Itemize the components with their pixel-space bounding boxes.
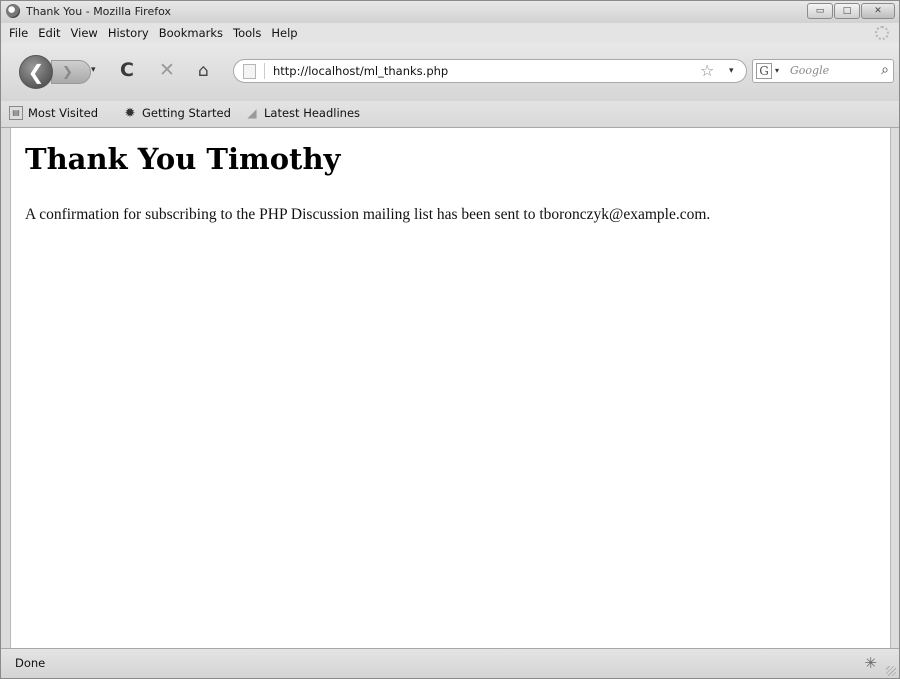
address-bar[interactable]: http://localhost/ml_thanks.php ☆ ▾: [233, 59, 747, 83]
url-separator: [264, 63, 265, 79]
bookmark-label: Most Visited: [28, 106, 98, 120]
rss-icon: ◢: [247, 106, 257, 120]
bookmark-latest-headlines[interactable]: ◢ Latest Headlines: [245, 106, 360, 120]
menu-history[interactable]: History: [108, 26, 149, 40]
page-content: Thank You Timothy A confirmation for sub…: [10, 128, 891, 648]
status-bar: Done ✳: [1, 648, 899, 678]
navigation-toolbar: ❯ ❮ ▾ C ✕ ⌂ http://localhost/ml_thanks.p…: [1, 43, 899, 101]
menu-file[interactable]: File: [9, 26, 28, 40]
menu-edit[interactable]: Edit: [38, 26, 60, 40]
stop-icon[interactable]: ✕: [159, 61, 175, 80]
url-input[interactable]: http://localhost/ml_thanks.php: [273, 64, 448, 78]
forward-button[interactable]: ❯: [51, 60, 91, 84]
reload-icon[interactable]: C: [120, 61, 134, 80]
menu-view[interactable]: View: [71, 26, 98, 40]
bookmark-getting-started[interactable]: ✹ Getting Started: [123, 106, 231, 120]
title-bar: Thank You - Mozilla Firefox ▭ □ ✕: [1, 1, 899, 23]
search-engine-dropdown-icon[interactable]: ▾: [775, 66, 779, 75]
resize-grip-icon[interactable]: [886, 666, 896, 676]
browser-window: Thank You - Mozilla Firefox ▭ □ ✕ File E…: [0, 0, 900, 679]
throbber-icon: [875, 26, 889, 40]
bookmark-most-visited[interactable]: ▤ Most Visited: [9, 106, 98, 120]
bookmark-label: Getting Started: [142, 106, 231, 120]
menu-bookmarks[interactable]: Bookmarks: [159, 26, 223, 40]
search-bar[interactable]: G ▾ Google ⌕: [752, 59, 894, 83]
confirmation-message: A confirmation for subscribing to the PH…: [25, 206, 711, 223]
back-button[interactable]: ❮: [19, 55, 53, 89]
status-gear-icon: ✳: [864, 654, 877, 672]
maximize-button[interactable]: □: [834, 3, 860, 19]
window-controls: ▭ □ ✕: [807, 3, 895, 19]
home-icon[interactable]: ⌂: [198, 63, 209, 80]
close-button[interactable]: ✕: [861, 3, 895, 19]
bookmarks-toolbar: ▤ Most Visited ✹ Getting Started ◢ Lates…: [1, 101, 899, 128]
page-icon: [243, 64, 256, 79]
bookmark-star-icon[interactable]: ☆: [700, 61, 714, 80]
window-title: Thank You - Mozilla Firefox: [26, 5, 171, 18]
search-engine-icon[interactable]: G: [756, 63, 772, 79]
most-visited-icon: ▤: [9, 106, 23, 120]
search-input[interactable]: Google: [790, 64, 829, 77]
url-dropdown-icon[interactable]: ▾: [729, 66, 734, 76]
page-heading: Thank You Timothy: [25, 142, 341, 176]
status-text: Done: [15, 656, 46, 670]
menu-help[interactable]: Help: [271, 26, 297, 40]
menu-tools[interactable]: Tools: [233, 26, 261, 40]
bookmark-label: Latest Headlines: [264, 106, 361, 120]
minimize-button[interactable]: ▭: [807, 3, 833, 19]
firefox-app-icon: [6, 4, 20, 18]
firefox-icon: ✹: [124, 105, 136, 121]
search-icon[interactable]: ⌕: [881, 62, 889, 78]
history-dropdown-icon[interactable]: ▾: [91, 65, 96, 75]
menu-list: File Edit View History Bookmarks Tools H…: [9, 26, 298, 40]
menu-bar: File Edit View History Bookmarks Tools H…: [1, 23, 899, 43]
